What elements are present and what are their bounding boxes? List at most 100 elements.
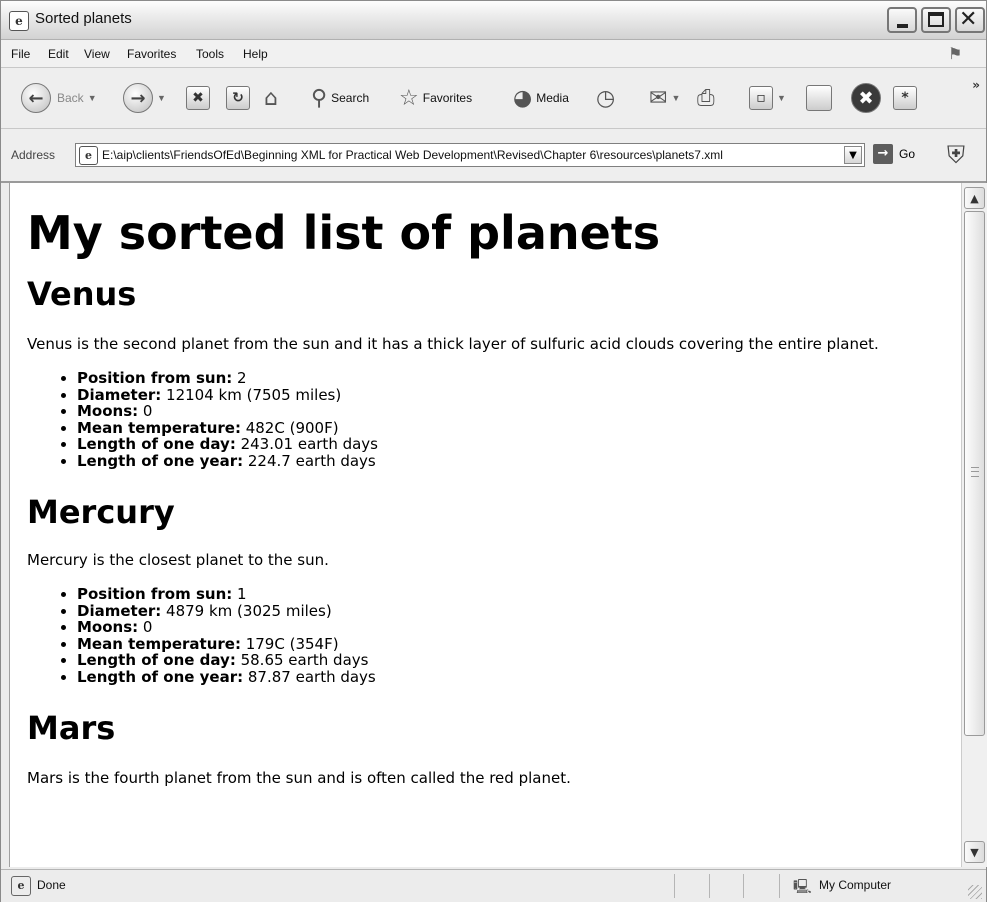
favorites-label: Favorites [422, 91, 473, 105]
status-divider [709, 874, 710, 898]
stop-button[interactable]: ✖ [186, 80, 210, 116]
page-done-icon: e [11, 876, 31, 896]
maximize-button[interactable] [921, 7, 951, 33]
go-label: Go [899, 147, 916, 161]
scroll-grip-icon [971, 467, 979, 477]
scroll-down-button[interactable]: ▼ [964, 841, 985, 863]
toolbar-overflow-icon[interactable]: » [972, 78, 980, 92]
planet-description-mercury: Mercury is the closest planet to the sun… [27, 551, 329, 569]
address-bar: Address e ▼ → Go ⛨ [1, 129, 986, 183]
resize-grip-icon[interactable] [968, 885, 982, 899]
menu-file[interactable]: File [11, 47, 30, 61]
browser-window: e Sorted planets ✕ File Edit View Favori… [0, 0, 987, 902]
fact-item: Moons: 0 [77, 619, 957, 636]
address-box[interactable]: e ▼ [75, 143, 865, 167]
fact-item: Position from sun: 1 [77, 586, 957, 603]
search-icon: ⚲ [311, 85, 328, 111]
menu-view[interactable]: View [84, 47, 110, 61]
star-icon: ☆ [399, 85, 419, 111]
close-icon: ✕ [959, 7, 978, 32]
fact-item: Diameter: 12104 km (7505 miles) [77, 386, 957, 404]
discuss-button[interactable] [806, 80, 832, 116]
status-divider [743, 874, 744, 898]
messenger-icon: ✖ [851, 83, 881, 113]
fact-item: Length of one year: 224.7 earth days [77, 452, 957, 470]
home-button[interactable]: ⌂ [264, 80, 278, 116]
discuss-icon [806, 85, 832, 111]
planet-description-mars: Mars is the fourth planet from the sun a… [27, 769, 571, 787]
planet-name-mercury: Mercury [27, 493, 175, 531]
refresh-icon: ↻ [226, 86, 250, 110]
planet-name-venus: Venus [27, 275, 137, 313]
status-divider [779, 874, 780, 898]
close-button[interactable]: ✕ [955, 7, 985, 33]
status-text: Done [37, 878, 66, 892]
search-button[interactable]: ⚲ Search [311, 80, 369, 116]
toolbar: ← Back ▼ → ▼ ✖ ↻ ⌂ ⚲ Search ☆ Favorites … [1, 68, 986, 129]
edit-dropdown-icon[interactable]: ▼ [777, 93, 786, 103]
vertical-scrollbar[interactable]: ▲ ▼ [961, 183, 987, 867]
window-title: Sorted planets [35, 10, 132, 27]
page-heading: My sorted list of planets [27, 206, 661, 260]
edit-button[interactable]: ▫ ▼ [749, 80, 786, 116]
media-icon: ◕ [513, 85, 533, 111]
menu-help[interactable]: Help [243, 47, 268, 61]
go-arrow-icon: → [873, 144, 893, 164]
xml-page-icon: e [79, 146, 98, 165]
refresh-button[interactable]: ↻ [226, 80, 250, 116]
planet-facts-venus: Position from sun: 2 Diameter: 12104 km … [27, 370, 957, 469]
mail-button[interactable]: ✉ ▼ [649, 80, 680, 116]
print-button[interactable]: ⎙ [697, 80, 715, 116]
page-viewport[interactable]: My sorted list of planets Venus Venus is… [9, 183, 962, 867]
mail-icon: ✉ [649, 85, 668, 111]
back-dropdown-icon[interactable]: ▼ [88, 93, 97, 103]
messenger-button[interactable]: ✖ [851, 80, 881, 116]
media-button[interactable]: ◕ Media [513, 80, 569, 116]
menu-favorites[interactable]: Favorites [127, 47, 176, 61]
mail-dropdown-icon[interactable]: ▼ [671, 93, 680, 103]
fact-item: Position from sun: 2 [77, 370, 957, 387]
address-label: Address [11, 148, 56, 162]
planet-name-mars: Mars [27, 709, 116, 747]
research-button[interactable]: * [893, 80, 917, 116]
windows-logo-icon: ⚑ [948, 44, 963, 63]
forward-button[interactable]: → ▼ [123, 80, 166, 116]
status-divider [674, 874, 675, 898]
fact-item: Mean temperature: 179C (354F) [77, 635, 957, 653]
forward-arrow-icon: → [123, 83, 153, 113]
document: My sorted list of planets Venus Venus is… [27, 183, 957, 787]
back-button[interactable]: ← Back ▼ [21, 80, 97, 116]
menu-edit[interactable]: Edit [48, 47, 69, 61]
research-icon: * [893, 86, 917, 110]
edit-page-icon: ▫ [749, 86, 773, 110]
menu-tools[interactable]: Tools [196, 47, 224, 61]
fact-item: Diameter: 4879 km (3025 miles) [77, 602, 957, 620]
back-arrow-icon: ← [21, 83, 51, 113]
stop-icon: ✖ [186, 86, 210, 110]
address-input[interactable] [102, 148, 832, 162]
search-label: Search [331, 91, 370, 105]
home-icon: ⌂ [264, 85, 278, 111]
history-button[interactable]: ◷ [596, 80, 615, 116]
favorites-button[interactable]: ☆ Favorites [399, 80, 472, 116]
planet-facts-mercury: Position from sun: 1 Diameter: 4879 km (… [27, 586, 957, 685]
go-button[interactable]: → Go [873, 144, 915, 164]
links-icon[interactable]: ⛨ [947, 141, 975, 169]
status-bar: e Done 🖳 My Computer [1, 869, 986, 902]
forward-dropdown-icon[interactable]: ▼ [157, 93, 166, 103]
scroll-up-button[interactable]: ▲ [964, 187, 985, 209]
scroll-thumb[interactable] [964, 211, 985, 736]
history-icon: ◷ [596, 85, 616, 111]
planet-description-venus: Venus is the second planet from the sun … [27, 335, 879, 353]
back-label: Back [57, 91, 84, 105]
address-dropdown-icon[interactable]: ▼ [844, 146, 862, 164]
minimize-button[interactable] [887, 7, 917, 33]
fact-item: Length of one day: 243.01 earth days [77, 436, 957, 453]
minimize-icon [897, 24, 908, 28]
media-label: Media [536, 91, 569, 105]
fact-item: Moons: 0 [77, 403, 957, 420]
ie-page-icon: e [9, 11, 29, 31]
maximize-icon [928, 12, 944, 27]
security-zone-label: My Computer [819, 878, 892, 892]
print-icon: ⎙ [697, 85, 715, 111]
